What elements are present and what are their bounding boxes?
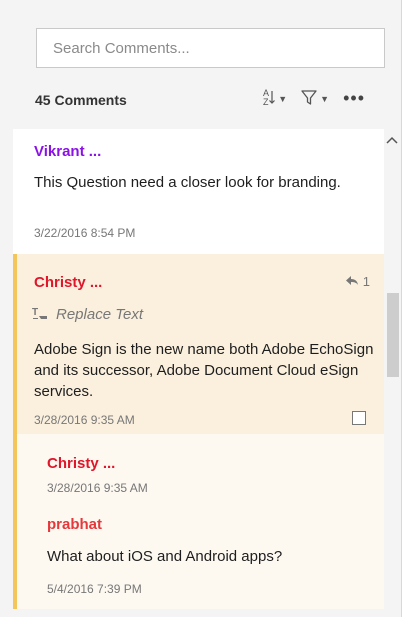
search-input[interactable] (36, 28, 385, 68)
reply-author: Christy ... (47, 455, 116, 472)
replace-text-icon: T (32, 306, 48, 323)
reply-count-value: 1 (362, 274, 370, 289)
reply-count[interactable]: 1 (345, 274, 370, 289)
reply-timestamp: 5/4/2016 7:39 PM (47, 582, 142, 596)
comment-item[interactable]: Vikrant ... This Question need a closer … (13, 129, 384, 253)
reply-text: What about iOS and Android apps? (47, 548, 283, 565)
comment-timestamp: 3/28/2016 9:35 AM (34, 413, 135, 427)
chevron-down-icon: ▼ (320, 93, 330, 104)
toolbar: A Z ▼ ▼ ••• (261, 88, 365, 109)
reply-icon (345, 274, 363, 289)
scrollbar-thumb[interactable] (387, 293, 399, 377)
scrollbar[interactable] (384, 129, 401, 609)
comment-text: This Question need a closer look for bra… (34, 174, 341, 191)
comment-author: Vikrant ... (34, 143, 102, 160)
svg-text:T: T (32, 307, 38, 318)
filter-icon (301, 89, 317, 108)
comment-list: Vikrant ... This Question need a closer … (13, 129, 384, 609)
comment-count: 45 Comments (35, 92, 127, 108)
chevron-down-icon: ▼ (278, 93, 288, 104)
comment-item-selected[interactable]: Christy ... 1 T Replace Text Adobe Sign … (13, 254, 384, 609)
svg-text:Z: Z (263, 97, 269, 106)
more-icon: ••• (343, 88, 365, 108)
more-options-button[interactable]: ••• (343, 88, 365, 109)
comment-action-label: Replace Text (56, 306, 143, 323)
filter-button[interactable]: ▼ (301, 89, 329, 108)
comment-author: Christy ... (34, 274, 103, 291)
comments-panel: 45 Comments A Z ▼ ▼ ••• (0, 0, 402, 617)
chevron-up-icon[interactable] (386, 135, 398, 147)
comment-main: Christy ... 1 T Replace Text Adobe Sign … (17, 254, 384, 434)
comment-timestamp: 3/22/2016 8:54 PM (34, 226, 136, 240)
reply-author: prabhat (47, 516, 103, 533)
comment-text: Adobe Sign is the new name both Adobe Ec… (34, 341, 374, 400)
sort-icon: A Z (261, 88, 276, 109)
comment-replies: Christy ... 3/28/2016 9:35 AM prabhat Wh… (17, 434, 384, 609)
comment-action: T Replace Text (32, 306, 143, 323)
comment-checkbox[interactable] (352, 411, 366, 425)
reply-timestamp: 3/28/2016 9:35 AM (47, 481, 148, 495)
sort-button[interactable]: A Z ▼ (261, 88, 287, 109)
